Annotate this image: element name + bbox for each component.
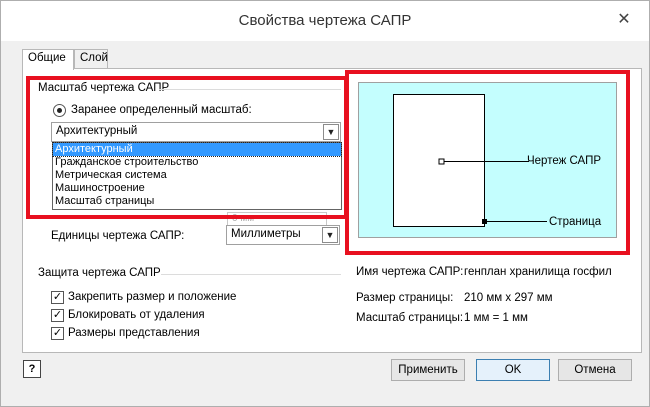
page-size-value: 210 мм x 297 мм [464,292,553,304]
cancel-button[interactable]: Отмена [558,359,632,381]
tab-general[interactable]: Общие [22,49,74,70]
drawing-callout-label: Чертеж САПР [527,155,602,167]
dialog-window: Свойства чертежа САПР ✕ Общие Слой Масшт… [0,0,650,407]
protection-group-title: Защита чертежа САПР [38,267,161,279]
window-title: Свойства чертежа САПР [238,12,412,29]
apply-button[interactable]: Применить [391,359,465,381]
scale-option-architectural[interactable]: Архитектурный [52,142,342,157]
drawing-preview: Чертеж САПР Страница [358,82,617,238]
view-extents-label: Размеры представления [68,327,200,339]
chevron-down-icon[interactable]: ▼ [323,124,339,140]
page-scale-value: 1 мм = 1 мм [464,312,528,324]
lock-size-position-label: Закрепить размер и положение [68,291,237,303]
close-icon[interactable]: ✕ [611,9,637,31]
units-label: Единицы чертежа САПР: [51,230,185,242]
units-combobox-value: Миллиметры [231,228,301,240]
page-callout-label: Страница [549,216,602,228]
scale-option-page-scale[interactable]: Масштаб страницы [53,195,341,208]
page-marker [482,219,487,224]
scale-combobox-value: Архитектурный [56,125,138,137]
partial-scale-field-text: 0 мм [232,213,255,224]
help-button[interactable]: ? [23,360,41,378]
scale-option-metric[interactable]: Метрическая система [53,169,341,182]
drawing-name-value: генплан хранилища госфил [464,266,612,278]
page-scale-label: Масштаб страницы: [356,312,464,324]
chevron-down-icon[interactable]: ▼ [322,227,338,243]
scale-combobox[interactable]: Архитектурный ▼ [51,122,341,142]
page-size-label: Размер страницы: [356,292,454,304]
view-extents-checkbox[interactable]: ✓ [51,327,64,340]
tab-layer[interactable]: Слой [74,49,108,69]
title-bar[interactable]: Свойства чертежа САПР ✕ [1,1,649,41]
units-combobox[interactable]: Миллиметры ▼ [226,225,340,245]
scale-option-civil[interactable]: Гражданское строительство [53,156,341,169]
predefined-scale-label: Заранее определенный масштаб: [71,104,252,116]
scale-option-mechanical[interactable]: Машиностроение [53,182,341,195]
lock-size-position-checkbox[interactable]: ✓ [51,291,64,304]
ok-button[interactable]: OK [476,359,550,381]
scale-group-divider [159,89,341,90]
scale-group-title: Масштаб чертежа САПР [38,82,170,94]
drawing-marker [438,158,445,165]
partial-scale-field[interactable]: 0 мм [227,212,327,226]
predefined-scale-radio[interactable] [53,104,66,117]
lock-delete-checkbox[interactable]: ✓ [51,309,64,322]
lock-delete-label: Блокировать от удаления [68,309,205,321]
protection-group-divider [161,274,341,275]
scale-dropdown-list[interactable]: Архитектурный Гражданское строительство … [52,142,342,210]
drawing-name-label: Имя чертежа САПР: [356,266,464,278]
